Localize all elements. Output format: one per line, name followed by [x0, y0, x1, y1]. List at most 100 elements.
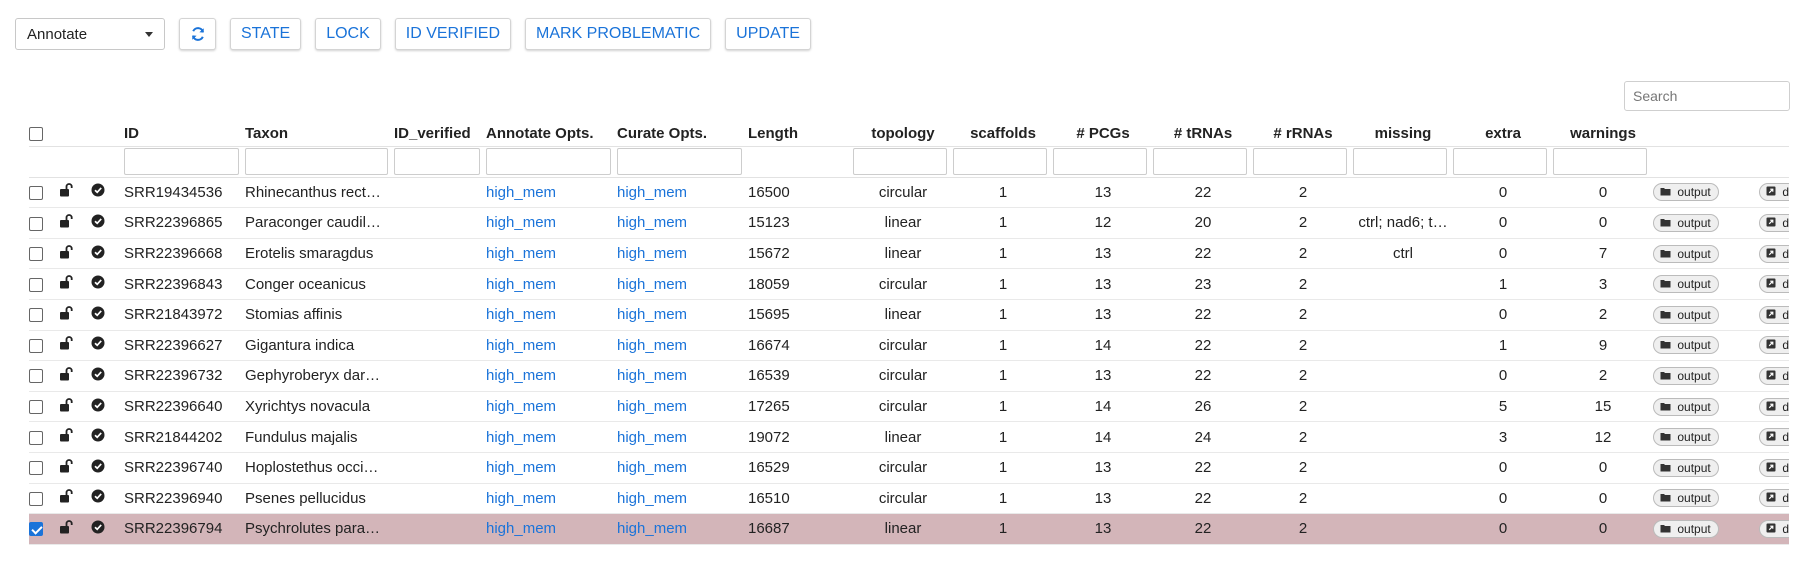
output-button[interactable]: output [1653, 458, 1719, 477]
refresh-button[interactable] [179, 18, 216, 50]
row-curate-opts[interactable]: high_mem [617, 421, 748, 453]
filter-scaffolds[interactable] [953, 148, 1047, 176]
col-header-warnings[interactable]: warnings [1553, 120, 1653, 147]
row-curate-opts[interactable]: high_mem [617, 177, 748, 209]
update-button[interactable]: UPDATE [725, 18, 811, 50]
filter-warnings[interactable] [1553, 148, 1647, 176]
unlock-icon[interactable] [59, 275, 75, 293]
filter-id[interactable] [124, 148, 239, 176]
output-button[interactable]: output [1653, 519, 1719, 538]
details-button[interactable]: details [1759, 183, 1789, 202]
details-button[interactable]: details [1759, 305, 1789, 324]
select-all-checkbox[interactable] [29, 126, 43, 141]
row-annotate-opts[interactable]: high_mem [486, 268, 617, 300]
search-input[interactable] [1624, 81, 1790, 111]
unlock-icon[interactable] [59, 367, 75, 385]
row-curate-opts[interactable]: high_mem [617, 483, 748, 515]
table-row[interactable]: SRR22396940 Psenes pellucidus high_mem high… [29, 483, 1789, 515]
filter-annotate-opts[interactable] [486, 148, 611, 176]
row-checkbox[interactable] [29, 400, 43, 415]
unlock-icon[interactable] [59, 244, 75, 263]
row-checkbox[interactable] [29, 277, 43, 292]
row-annotate-opts[interactable]: high_mem [486, 391, 617, 423]
table-row[interactable]: SRR22396865 Paraconger caudil… high_mem hig… [29, 207, 1789, 239]
col-header-taxon[interactable]: Taxon [245, 120, 394, 147]
col-header-length[interactable]: Length [748, 120, 853, 147]
filter-id-verified[interactable] [394, 148, 480, 176]
unlock-icon[interactable] [59, 397, 75, 416]
col-header-annotate-opts[interactable]: Annotate Opts. [486, 120, 617, 147]
details-button[interactable]: details [1759, 519, 1789, 538]
unlock-icon[interactable] [59, 183, 75, 201]
row-annotate-opts[interactable]: high_mem [486, 330, 617, 362]
lock-button[interactable]: LOCK [315, 18, 381, 50]
state-button[interactable]: STATE [230, 18, 302, 50]
table-row[interactable]: SRR22396843 Conger oceanicus high_mem high_… [29, 268, 1789, 300]
details-button[interactable]: details [1759, 489, 1789, 508]
output-button[interactable]: output [1653, 275, 1719, 294]
unlock-icon[interactable] [59, 520, 75, 538]
filter-extra[interactable] [1453, 148, 1547, 176]
unlock-icon[interactable] [59, 489, 75, 507]
row-checkbox[interactable] [29, 185, 43, 200]
col-header-scaffolds[interactable]: scaffolds [953, 120, 1053, 147]
row-curate-opts[interactable]: high_mem [617, 360, 748, 392]
row-checkbox[interactable] [29, 369, 43, 384]
unlock-icon[interactable] [59, 336, 75, 354]
unlock-icon[interactable] [59, 214, 75, 232]
details-button[interactable]: details [1759, 397, 1789, 416]
filter-rrnas[interactable] [1253, 148, 1347, 176]
row-curate-opts[interactable]: high_mem [617, 299, 748, 331]
filter-pcgs[interactable] [1053, 148, 1147, 176]
row-curate-opts[interactable]: high_mem [617, 513, 748, 545]
row-checkbox[interactable] [29, 491, 43, 506]
mode-select[interactable]: Annotate [15, 18, 165, 50]
col-header-missing[interactable]: missing [1353, 120, 1453, 147]
row-curate-opts[interactable]: high_mem [617, 268, 748, 300]
row-annotate-opts[interactable]: high_mem [486, 238, 617, 270]
unlock-icon[interactable] [59, 305, 75, 324]
output-button[interactable]: output [1653, 244, 1719, 263]
output-button[interactable]: output [1653, 366, 1719, 385]
filter-trnas[interactable] [1153, 148, 1247, 176]
output-button[interactable]: output [1653, 336, 1719, 355]
output-button[interactable]: output [1653, 428, 1719, 447]
row-checkbox[interactable] [29, 308, 43, 323]
output-button[interactable]: output [1653, 183, 1719, 202]
mark-problematic-button[interactable]: MARK PROBLEMATIC [525, 18, 712, 50]
row-checkbox[interactable] [29, 522, 43, 537]
table-row[interactable]: SRR19434536 Rhinecanthus rect… high_mem hig… [29, 177, 1789, 209]
row-curate-opts[interactable]: high_mem [617, 207, 748, 239]
filter-topology[interactable] [853, 148, 947, 176]
row-annotate-opts[interactable]: high_mem [486, 207, 617, 239]
table-row[interactable]: SRR22396732 Gephyroberyx dar… high_mem high… [29, 360, 1789, 392]
id-verified-button[interactable]: ID VERIFIED [394, 18, 511, 50]
details-button[interactable]: details [1759, 214, 1789, 232]
filter-taxon[interactable] [245, 148, 388, 176]
row-annotate-opts[interactable]: high_mem [486, 360, 617, 392]
col-header-id[interactable]: ID [124, 120, 245, 147]
details-button[interactable]: details [1759, 275, 1789, 294]
table-row[interactable]: SRR22396668 Erotelis smaragdus high_mem hig… [29, 238, 1789, 270]
row-checkbox[interactable] [29, 247, 43, 262]
row-annotate-opts[interactable]: high_mem [486, 483, 617, 515]
filter-missing[interactable] [1353, 148, 1447, 176]
output-button[interactable]: output [1653, 397, 1719, 416]
table-row[interactable]: SRR22396740 Hoplostethus occi… high_mem hig… [29, 452, 1789, 484]
row-curate-opts[interactable]: high_mem [617, 452, 748, 484]
row-curate-opts[interactable]: high_mem [617, 391, 748, 423]
col-header-pcgs[interactable]: # PCGs [1053, 120, 1153, 147]
row-checkbox[interactable] [29, 430, 43, 445]
col-header-topology[interactable]: topology [853, 120, 953, 147]
col-header-id-verified[interactable]: ID_verified [394, 120, 486, 147]
col-header-extra[interactable]: extra [1453, 120, 1553, 147]
details-button[interactable]: details [1759, 244, 1789, 263]
unlock-icon[interactable] [59, 428, 75, 446]
col-header-curate-opts[interactable]: Curate Opts. [617, 120, 748, 147]
row-curate-opts[interactable]: high_mem [617, 330, 748, 362]
table-row[interactable]: SRR21844202 Fundulus majalis high_mem high_… [29, 421, 1789, 453]
filter-curate-opts[interactable] [617, 148, 742, 176]
table-row[interactable]: SRR21843972 Stomias affinis high_mem high_m… [29, 299, 1789, 331]
table-row[interactable]: SRR22396794 Psychrolutes para… high_mem hig… [29, 513, 1789, 545]
output-button[interactable]: output [1653, 305, 1719, 324]
